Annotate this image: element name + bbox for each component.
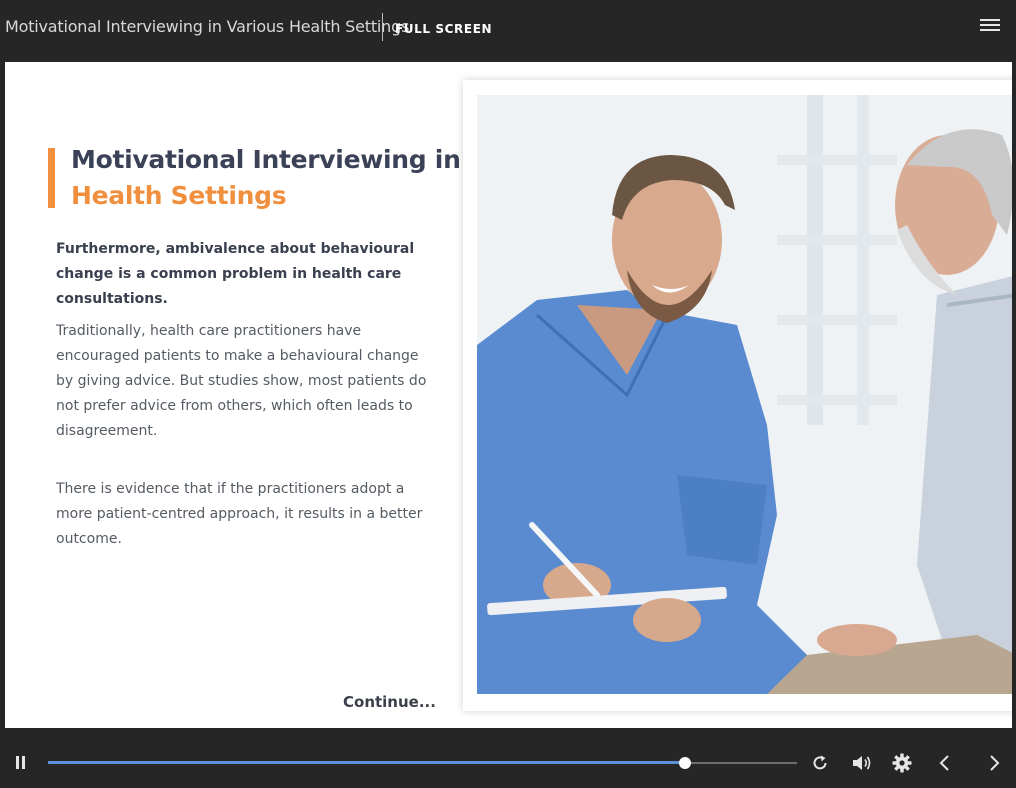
progress-knob[interactable] (678, 757, 691, 769)
player-controls (0, 728, 1016, 788)
hamburger-menu-icon[interactable] (980, 19, 1000, 35)
replay-icon[interactable] (811, 754, 829, 772)
course-title: Motivational Interviewing in Various Hea… (5, 17, 410, 36)
body-paragraph-evidence: There is evidence that if the practition… (56, 481, 423, 547)
continue-button[interactable]: Continue... (343, 693, 436, 711)
fullscreen-button[interactable]: FULL SCREEN (395, 22, 492, 36)
body-paragraph-advice: Traditionally, health care practitioners… (56, 323, 427, 439)
pause-icon[interactable] (14, 755, 28, 771)
doctor-patient-photo (477, 95, 1012, 694)
progress-bar[interactable] (48, 757, 797, 769)
slide-heading: Motivational Interviewing in Health Sett… (71, 142, 461, 214)
title-divider (382, 13, 383, 41)
photo-frame (463, 80, 1012, 711)
top-bar: Motivational Interviewing in Various Hea… (0, 0, 1016, 60)
chevron-right-icon[interactable] (987, 754, 1001, 772)
heading-accent-bar (48, 148, 55, 208)
intro-paragraph: Furthermore, ambivalence about behaviour… (56, 241, 415, 307)
settings-icon[interactable] (892, 753, 912, 773)
chevron-left-icon[interactable] (938, 754, 952, 772)
heading-line1: Motivational Interviewing in (71, 145, 461, 174)
volume-icon[interactable] (852, 754, 872, 772)
progress-fill (48, 761, 685, 764)
slide-content: Motivational Interviewing in Health Sett… (5, 62, 1012, 728)
heading-line2: Health Settings (71, 181, 287, 210)
